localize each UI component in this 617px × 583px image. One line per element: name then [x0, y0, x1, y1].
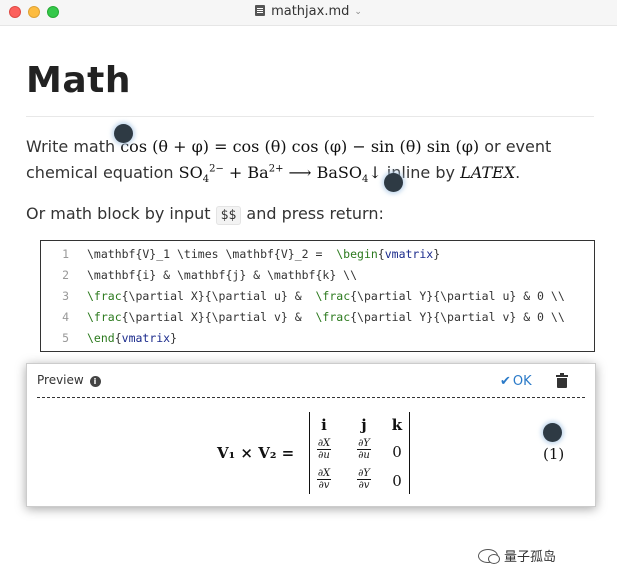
- ok-label: OK: [512, 374, 532, 389]
- matrix-cell: ∂X ∂v: [307, 468, 341, 492]
- matrix-cell: ∂X ∂u: [307, 438, 341, 462]
- title-bar: mathjax.md ⌄: [0, 0, 617, 26]
- ok-button[interactable]: ✔ OK: [500, 374, 532, 389]
- latex-logo[interactable]: LATEX: [460, 163, 515, 182]
- wechat-icon: [478, 549, 500, 564]
- chem-so-sub: 4: [202, 174, 210, 186]
- para2-text-c: .: [515, 163, 521, 182]
- chem-arrow: ↓: [368, 163, 382, 182]
- code-env-name: vmatrix: [121, 331, 171, 345]
- code-env-name: vmatrix: [384, 247, 434, 261]
- matrix-cell: ∂Y ∂v: [347, 468, 381, 492]
- info-icon[interactable]: i: [89, 376, 101, 387]
- code-text: {\partial X}{\partial v} &: [121, 310, 316, 324]
- code-text: }: [433, 247, 441, 261]
- frac-numerator: ∂Y: [357, 468, 371, 480]
- para2-text-a: chemical equation: [26, 163, 179, 182]
- cursor-dot: [384, 173, 403, 192]
- equation-number: (1): [543, 445, 565, 463]
- chemical-equation-formula[interactable]: SO42− + Ba2+ ⟶ BaSO4↓: [178, 163, 382, 186]
- chem-so-sup: 2−: [209, 163, 224, 175]
- frac-denominator: ∂v: [358, 480, 370, 491]
- code-line-text[interactable]: \frac{\partial X}{\partial v} & \frac{\p…: [87, 310, 565, 324]
- para3-text-b: and press return:: [241, 204, 384, 223]
- code-keyword: \frac: [315, 289, 351, 303]
- para1-text-b: or event: [479, 137, 552, 156]
- line-number: 5: [62, 331, 69, 345]
- chem-ba-sup: 2+: [268, 163, 284, 175]
- heading-rule: [26, 116, 594, 117]
- inline-code[interactable]: $$: [215, 206, 242, 225]
- cursor-dot: [114, 124, 133, 143]
- code-line[interactable]: 4 \frac{\partial X}{\partial v} & \frac{\…: [41, 310, 594, 331]
- code-line-text[interactable]: \end{vmatrix}: [87, 331, 177, 345]
- cursor-dot: [543, 423, 562, 442]
- watermark: 量子孤岛: [478, 546, 556, 565]
- matrix-cell: 0: [392, 443, 402, 461]
- line-number: 4: [62, 310, 69, 324]
- matrix-cell: 0: [392, 472, 402, 490]
- code-text: {: [114, 331, 122, 345]
- paragraph-inline-math: Write math cos (θ + φ) = cos (θ) cos (φ)…: [26, 137, 551, 156]
- code-text: {\partial Y}{\partial u} & 0 \\: [350, 289, 565, 303]
- line-number: 1: [62, 247, 69, 261]
- equation-lhs: V₁ × V₂ =: [217, 444, 295, 462]
- window-title: mathjax.md: [271, 4, 350, 19]
- trash-icon[interactable]: [556, 373, 568, 388]
- document-icon: [255, 5, 266, 16]
- preview-label-text: Preview: [37, 373, 84, 387]
- code-line[interactable]: 2 \mathbf{i} & \mathbf{j} & \mathbf{k} \\: [41, 268, 594, 289]
- frac-numerator: ∂X: [316, 438, 332, 450]
- matrix-cell: k: [391, 416, 403, 434]
- preview-label: Preview i: [37, 373, 101, 387]
- chevron-down-icon[interactable]: ⌄: [354, 7, 362, 17]
- code-line[interactable]: 1 \mathbf{V}_1 \times \mathbf{V}_2 = \beg…: [41, 247, 594, 268]
- code-text: {\partial Y}{\partial v} & 0 \\: [350, 310, 565, 324]
- inline-math-formula[interactable]: cos (θ + φ) = cos (θ) cos (φ) − sin (θ) …: [120, 137, 479, 156]
- watermark-text: 量子孤岛: [504, 550, 557, 565]
- math-source-editor[interactable]: 1 \mathbf{V}_1 \times \mathbf{V}_2 = \beg…: [40, 240, 595, 352]
- line-number: 2: [62, 268, 69, 282]
- code-line[interactable]: 3 \frac{\partial X}{\partial u} & \frac{\…: [41, 289, 594, 310]
- code-text: \mathbf{V}_1 \times \mathbf{V}_2 =: [87, 247, 337, 261]
- chem-baso: ⟶ BaSO: [283, 163, 362, 182]
- frac-denominator: ∂v: [318, 480, 330, 491]
- code-line-text[interactable]: \mathbf{V}_1 \times \mathbf{V}_2 = \begi…: [87, 247, 440, 261]
- code-text: \mathbf{i} & \mathbf{j} & \mathbf{k} \\: [87, 268, 358, 282]
- code-keyword: \frac: [87, 289, 122, 303]
- code-keyword: \frac: [315, 310, 351, 324]
- chem-so: SO: [178, 163, 203, 182]
- code-line-text[interactable]: \frac{\partial X}{\partial u} & \frac{\p…: [87, 289, 565, 303]
- code-line[interactable]: 5 \end{vmatrix}: [41, 331, 594, 352]
- code-text: }: [170, 331, 178, 345]
- paragraph-chemical-equation: chemical equation SO42− + Ba2+ ⟶ BaSO4↓ …: [26, 163, 520, 185]
- frac-numerator: ∂X: [316, 468, 332, 480]
- code-keyword: \end: [87, 331, 115, 345]
- matrix-cell: ∂Y ∂u: [347, 438, 381, 462]
- frac-denominator: ∂u: [358, 450, 370, 461]
- math-preview-panel: Preview i ✔ OK V₁ × V₂ = i j k ∂X ∂u ∂Y ∂u …: [26, 363, 596, 507]
- line-number: 3: [62, 289, 69, 303]
- code-text: {: [377, 247, 385, 261]
- page-heading: Math: [26, 60, 131, 101]
- code-keyword: \frac: [87, 310, 122, 324]
- code-keyword: \begin: [336, 247, 378, 261]
- preview-divider: [37, 397, 585, 398]
- matrix-cell: j: [361, 416, 367, 434]
- para1-text-a: Write math: [26, 137, 121, 156]
- code-line-text[interactable]: \mathbf{i} & \mathbf{j} & \mathbf{k} \\: [87, 268, 357, 282]
- para3-text-a: Or math block by input: [26, 204, 216, 223]
- matrix-cell: i: [321, 416, 327, 434]
- frac-denominator: ∂u: [318, 450, 330, 461]
- code-text: {\partial X}{\partial u} &: [121, 289, 316, 303]
- paragraph-math-block-hint: Or math block by input $$ and press retu…: [26, 204, 384, 225]
- chem-ba: + Ba: [223, 163, 269, 182]
- frac-numerator: ∂Y: [357, 438, 371, 450]
- window-title-area[interactable]: mathjax.md ⌄: [0, 4, 617, 19]
- checkmark-icon: ✔: [500, 374, 511, 389]
